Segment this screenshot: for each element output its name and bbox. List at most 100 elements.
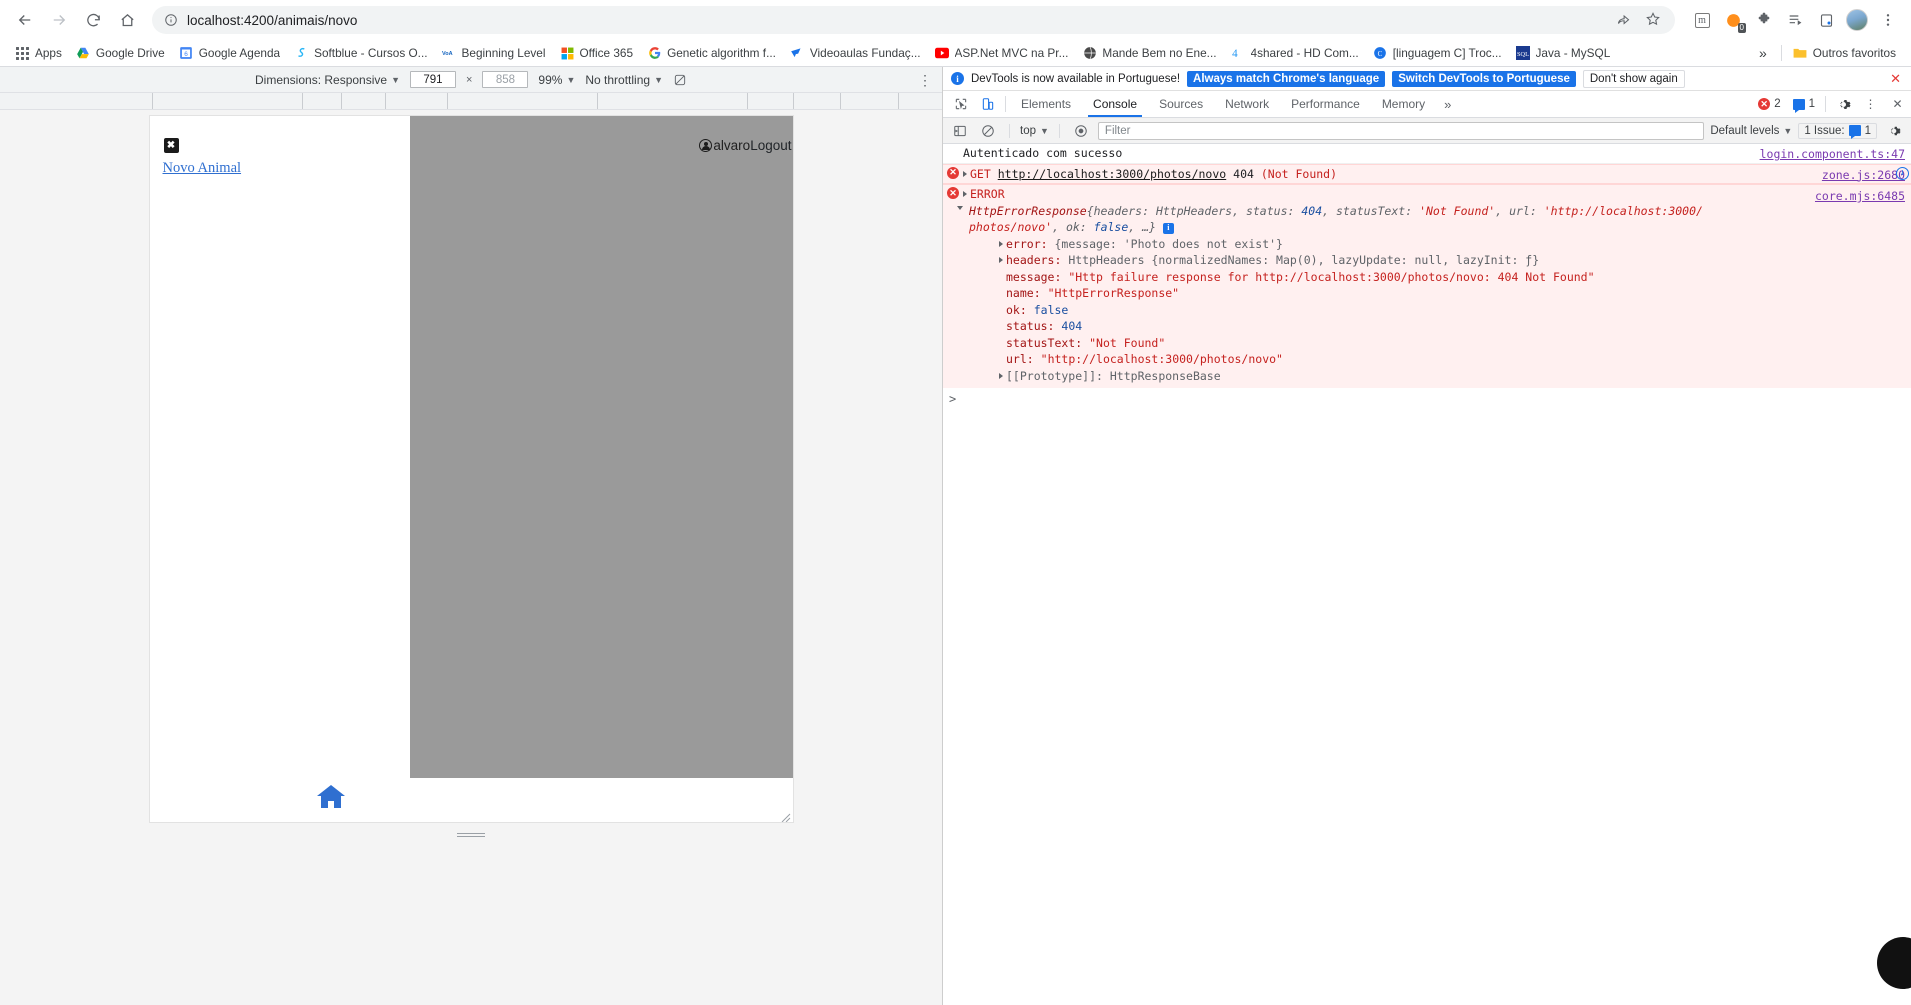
console-source-link[interactable]: zone.js:2680 (1822, 167, 1905, 184)
console-sidebar-icon[interactable] (949, 121, 971, 141)
honey-extension-icon[interactable]: 0 (1720, 7, 1746, 33)
bookmark-office-365[interactable]: Office 365 (553, 44, 641, 63)
error-property-row[interactable]: ok: false (963, 302, 1911, 319)
switch-to-portuguese-button[interactable]: Switch DevTools to Portuguese (1392, 70, 1576, 87)
error-property-row[interactable]: headers: HttpHeaders {normalizedNames: M… (963, 252, 1911, 269)
bookmark-4shared[interactable]: 4 4shared - HD Com... (1224, 44, 1366, 63)
bookmark-apps[interactable]: Apps (8, 44, 69, 63)
puzzle-extension-icon[interactable] (1751, 7, 1777, 33)
chrome-menu-icon[interactable] (1875, 7, 1901, 33)
tabs-overflow-icon[interactable]: » (1436, 91, 1459, 117)
bookmark-java-mysql[interactable]: SQL Java - MySQL (1509, 44, 1618, 63)
device-toolbar-more-icon[interactable]: ⋮ (918, 73, 932, 87)
always-match-language-button[interactable]: Always match Chrome's language (1187, 70, 1386, 87)
profile-avatar[interactable] (1844, 7, 1870, 33)
info-icon[interactable]: i (1162, 222, 1174, 234)
bookmark-mande-bem[interactable]: Mande Bem no Ene... (1075, 44, 1223, 63)
back-arrow-icon[interactable] (10, 5, 40, 35)
user-info[interactable]: alvaro (699, 138, 750, 153)
address-bar[interactable]: localhost:4200/animais/novo (152, 6, 1675, 34)
error-property-row[interactable]: message: "Http failure response for http… (963, 269, 1911, 286)
console-message-list[interactable]: Autenticado com sucesso login.component.… (943, 144, 1911, 1005)
bookmark-softblue[interactable]: Softblue - Cursos O... (287, 44, 434, 63)
bookmark-google-agenda[interactable]: 6 Google Agenda (172, 44, 287, 63)
tab-network[interactable]: Network (1214, 91, 1280, 117)
bookmark-genetic-algorithm[interactable]: Genetic algorithm f... (640, 44, 783, 63)
tab-elements[interactable]: Elements (1010, 91, 1082, 117)
resize-grip-icon[interactable] (781, 810, 791, 822)
open-in-network-icon[interactable]: ↓ (1896, 166, 1909, 180)
expand-triangle-icon[interactable] (963, 191, 967, 197)
bookmark-linguagem-c[interactable]: C [linguagem C] Troc... (1366, 44, 1509, 63)
expand-triangle-icon[interactable] (999, 257, 1003, 263)
bookmark-aspnet-mvc[interactable]: ASP.Net MVC na Pr... (928, 44, 1076, 63)
throttling-dropdown[interactable]: No throttling ▼ (585, 73, 663, 87)
log-levels-dropdown[interactable]: Default levels ▼ (1710, 125, 1792, 137)
logout-link[interactable]: Logout (750, 138, 791, 153)
request-url-link[interactable]: http://localhost:3000/photos/novo (998, 167, 1226, 181)
devtools-more-icon[interactable]: ⋮ (1857, 91, 1884, 117)
viewport-drag-handle[interactable] (457, 833, 485, 838)
rotate-icon[interactable] (673, 73, 687, 87)
error-property-row[interactable]: [[Prototype]]: HttpResponseBase (963, 368, 1911, 388)
tab-console[interactable]: Console (1082, 91, 1148, 117)
close-icon[interactable]: ✖ (163, 138, 179, 153)
console-message-network-error[interactable]: ✕ GET http://localhost:3000/photos/novo … (943, 163, 1911, 184)
reading-list-icon[interactable] (1782, 7, 1808, 33)
bookmark-videoaulas[interactable]: Videoaulas Fundaç... (783, 44, 928, 63)
error-counter[interactable]: ✕ 2 (1752, 91, 1786, 117)
console-filter-input[interactable] (1097, 121, 1705, 140)
console-message-log[interactable]: Autenticado com sucesso login.component.… (943, 144, 1911, 164)
http-method: GET (970, 166, 991, 181)
new-animal-link[interactable]: Novo Animal (163, 160, 242, 177)
share-icon[interactable] (1616, 11, 1631, 29)
viewport-width-input[interactable] (409, 71, 456, 88)
message-counter[interactable]: 1 (1787, 91, 1821, 117)
tab-performance[interactable]: Performance (1280, 91, 1371, 117)
error-property-row[interactable]: statusText: "Not Found" (963, 335, 1911, 352)
dimensions-dropdown[interactable]: Dimensions: Responsive ▼ (255, 73, 400, 87)
error-property-row[interactable]: error: {message: 'Photo does not exist'} (963, 236, 1911, 253)
expand-triangle-icon[interactable] (999, 240, 1003, 247)
bookmark-beginning-level[interactable]: VoA Beginning Level (435, 44, 553, 63)
dont-show-again-button[interactable]: Don't show again (1582, 69, 1685, 88)
devtools-settings-gear-icon[interactable] (1830, 91, 1857, 117)
error-property-row[interactable]: url: "http://localhost:3000/photos/novo" (963, 351, 1911, 368)
console-prompt[interactable]: > (943, 388, 1911, 408)
forward-arrow-icon[interactable] (44, 5, 74, 35)
console-message-error[interactable]: ✕ ERROR core.mjs:6485 HttpErrorResponse{… (943, 184, 1911, 388)
zoom-dropdown[interactable]: 99% ▼ (538, 73, 575, 87)
collapse-triangle-icon[interactable] (957, 205, 963, 213)
clear-console-icon[interactable] (977, 121, 999, 141)
execution-context-dropdown[interactable]: top ▼ (1020, 125, 1049, 137)
viewport-height-input[interactable] (482, 71, 529, 88)
console-settings-gear-icon[interactable] (1883, 121, 1905, 141)
bookmark-google-drive[interactable]: Google Drive (69, 44, 172, 63)
extension-m-icon[interactable]: m (1689, 7, 1715, 33)
close-notification-icon[interactable]: ✕ (1884, 71, 1907, 87)
console-toolbar: top ▼ Default levels ▼ 1 Issue: 1 (943, 118, 1911, 144)
dimensions-label: Dimensions: Responsive (255, 72, 388, 87)
issues-chip[interactable]: 1 Issue: 1 (1798, 122, 1877, 139)
tab-sources[interactable]: Sources (1148, 91, 1214, 117)
bookmark-label: Office 365 (579, 46, 634, 60)
home-icon[interactable] (316, 784, 346, 810)
devtools-close-icon[interactable]: ✕ (1884, 91, 1911, 117)
bookmark-star-icon[interactable] (1645, 11, 1661, 30)
install-app-icon[interactable] (1813, 7, 1839, 33)
tab-memory[interactable]: Memory (1371, 91, 1436, 117)
reload-icon[interactable] (78, 5, 108, 35)
bookmark-label: Outros favoritos (1812, 46, 1896, 60)
bookmark-other-favorites[interactable]: Outros favoritos (1786, 44, 1903, 63)
bookmarks-overflow-icon[interactable]: » (1749, 45, 1777, 61)
console-source-link[interactable]: login.component.ts:47 (1760, 146, 1905, 163)
error-property-row[interactable]: status: 404 (963, 318, 1911, 335)
expand-triangle-icon[interactable] (963, 170, 967, 177)
home-icon[interactable] (112, 5, 142, 35)
live-expression-icon[interactable] (1070, 121, 1092, 141)
error-property-row[interactable]: name: "HttpErrorResponse" (963, 285, 1911, 302)
site-info-icon[interactable] (164, 13, 178, 27)
inspect-element-icon[interactable] (947, 91, 974, 117)
expand-triangle-icon[interactable] (999, 372, 1003, 379)
toggle-device-toolbar-icon[interactable] (974, 91, 1001, 117)
